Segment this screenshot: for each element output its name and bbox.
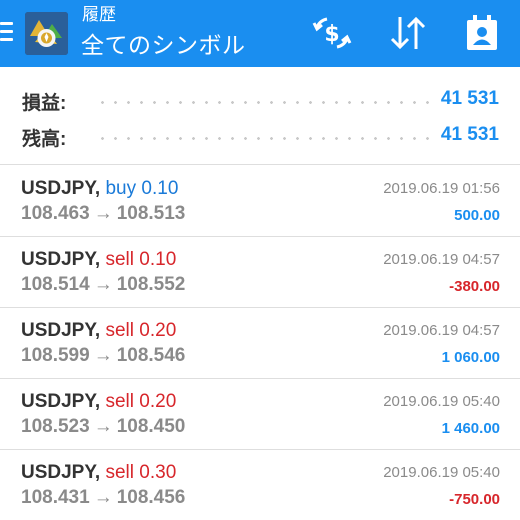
deal-row[interactable]: USDJPY, sell 0.10 108.514 → 108.552 2019.06.… — [0, 236, 520, 307]
menu-icon[interactable] — [0, 20, 14, 44]
deal-comma: , — [94, 391, 101, 412]
deal-symbol: USDJPY — [21, 178, 95, 199]
deal-close-price: 108.513 — [116, 203, 186, 224]
deal-volume: 0.20 — [139, 320, 177, 341]
profit-label: 損益: — [22, 93, 67, 114]
deal-profit: 1 460.00 — [441, 420, 500, 437]
calendar-contact-icon[interactable] — [461, 13, 503, 53]
deal-title: USDJPY, sell 0.20 — [21, 390, 176, 414]
deal-row[interactable]: USDJPY, sell 0.20 108.599 → 108.546 2019.06.… — [0, 307, 520, 378]
deal-datetime: 2019.06.19 01:56 — [383, 180, 500, 197]
profit-row: 損益: 41 531 — [0, 82, 520, 116]
balance-label: 残高: — [22, 129, 67, 150]
deal-direction: sell — [105, 249, 134, 270]
deal-profit: -380.00 — [449, 278, 500, 295]
deal-symbol: USDJPY — [21, 462, 95, 483]
deal-direction: sell — [105, 391, 134, 412]
balance-row: 残高: 41 531 — [0, 118, 520, 152]
profit-value: 41 531 — [440, 88, 499, 109]
symbol-filter-title[interactable]: 全てのシンボル — [81, 31, 246, 59]
app-logo — [25, 12, 68, 55]
deal-close-price: 108.450 — [116, 416, 186, 437]
summary-panel: 損益: 41 531 残高: 41 531 — [0, 67, 520, 164]
deal-direction: sell — [105, 462, 134, 483]
deal-prices: 108.431 → 108.456 — [21, 486, 185, 510]
deal-row[interactable]: USDJPY, sell 0.20 108.523 → 108.450 2019.06.… — [0, 378, 520, 449]
deal-volume: 0.30 — [139, 462, 177, 483]
deal-datetime: 2019.06.19 05:40 — [383, 393, 500, 410]
deal-profit: 1 060.00 — [441, 349, 500, 366]
deal-datetime: 2019.06.19 05:40 — [383, 464, 500, 481]
deal-profit: 500.00 — [454, 207, 500, 224]
deal-open-price: 108.463 — [21, 203, 90, 224]
dotted-leader — [96, 101, 430, 104]
deal-row[interactable]: USDJPY, buy 0.10 108.463 → 108.513 2019.06.1… — [0, 165, 520, 236]
deal-symbol: USDJPY — [21, 391, 95, 412]
currency-exchange-icon[interactable]: $ — [311, 13, 353, 53]
deal-close-price: 108.456 — [116, 487, 186, 508]
deal-direction: sell — [105, 320, 134, 341]
deal-datetime: 2019.06.19 04:57 — [383, 322, 500, 339]
deal-comma: , — [94, 178, 101, 199]
deal-open-price: 108.431 — [21, 487, 90, 508]
deal-prices: 108.599 → 108.546 — [21, 344, 185, 368]
deal-volume: 0.10 — [139, 249, 177, 270]
deal-prices: 108.523 → 108.450 — [21, 415, 185, 439]
deal-title: USDJPY, buy 0.10 — [21, 177, 178, 201]
deal-prices: 108.514 → 108.552 — [21, 273, 185, 297]
deal-open-price: 108.523 — [21, 416, 90, 437]
deal-title: USDJPY, sell 0.20 — [21, 319, 176, 343]
deal-direction: buy — [105, 178, 137, 199]
arrow-right-icon: → — [93, 487, 113, 508]
arrow-right-icon: → — [93, 203, 113, 224]
deal-row[interactable]: USDJPY, sell 0.30 108.431 → 108.456 2019.06.… — [0, 449, 520, 520]
sort-icon[interactable] — [387, 13, 429, 53]
deal-symbol: USDJPY — [21, 320, 95, 341]
deal-prices: 108.463 → 108.513 — [21, 202, 185, 226]
deal-volume: 0.10 — [141, 178, 179, 199]
deal-title: USDJPY, sell 0.30 — [21, 461, 176, 485]
deal-profit: -750.00 — [449, 491, 500, 508]
svg-text:$: $ — [324, 22, 339, 47]
deal-comma: , — [94, 320, 101, 341]
deal-volume: 0.20 — [139, 391, 177, 412]
arrow-right-icon: → — [93, 345, 113, 366]
deal-title: USDJPY, sell 0.10 — [21, 248, 176, 272]
deal-open-price: 108.514 — [21, 274, 90, 295]
deal-comma: , — [94, 462, 101, 483]
screen-subtitle: 履歴 — [82, 5, 116, 24]
app-bar: 履歴 全てのシンボル $ — [0, 0, 520, 67]
deal-close-price: 108.552 — [116, 274, 186, 295]
balance-value: 41 531 — [440, 124, 499, 145]
deal-comma: , — [94, 249, 101, 270]
deal-symbol: USDJPY — [21, 249, 95, 270]
dotted-leader — [96, 137, 430, 140]
arrow-right-icon: → — [93, 274, 113, 295]
deal-open-price: 108.599 — [21, 345, 90, 366]
deal-close-price: 108.546 — [116, 345, 186, 366]
deal-datetime: 2019.06.19 04:57 — [383, 251, 500, 268]
arrow-right-icon: → — [93, 416, 113, 437]
